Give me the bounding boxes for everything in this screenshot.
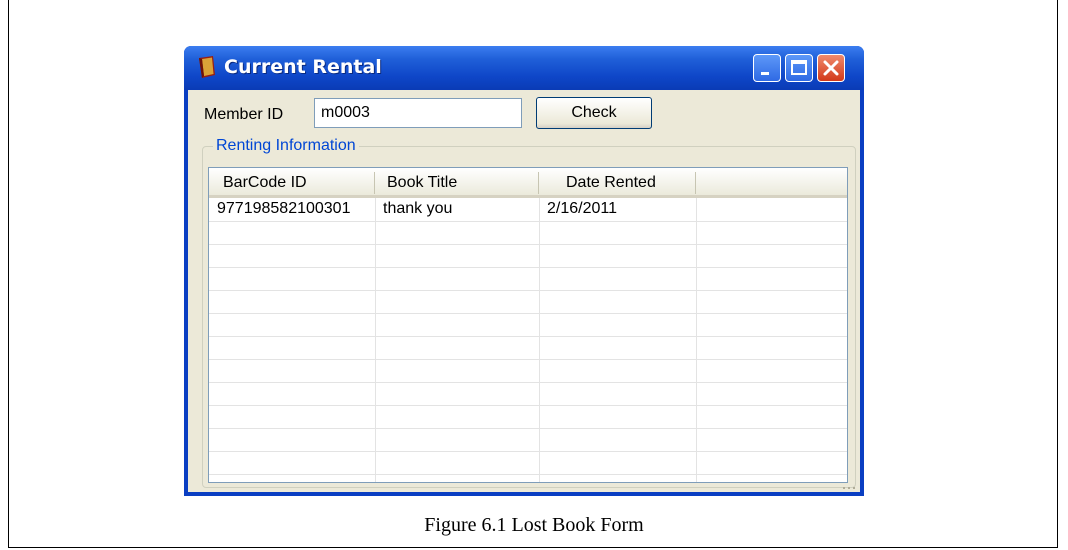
grid-line	[209, 336, 847, 337]
cell-book-title: thank you	[383, 200, 453, 217]
maximize-icon	[791, 60, 807, 75]
column-header-title[interactable]: Book Title	[387, 174, 457, 192]
column-header-barcode[interactable]: BarCode ID	[223, 174, 307, 192]
grid-line	[209, 313, 847, 314]
column-header-date[interactable]: Date Rented	[566, 174, 656, 192]
grid-line	[696, 198, 697, 482]
grid-line	[209, 428, 847, 429]
current-rental-window: Current Rental Member ID Check Renting I…	[184, 46, 864, 496]
check-button[interactable]: Check	[536, 97, 652, 129]
grid-line	[209, 244, 847, 245]
column-divider[interactable]	[538, 172, 539, 194]
group-legend: Renting Information	[213, 137, 359, 155]
grid-line	[209, 221, 847, 222]
close-icon	[823, 60, 839, 76]
column-divider[interactable]	[695, 172, 696, 194]
grid-line	[209, 290, 847, 291]
grid-line	[209, 267, 847, 268]
member-id-label: Member ID	[204, 106, 284, 123]
grid-line	[209, 382, 847, 383]
grid-line	[209, 474, 847, 475]
minimize-button[interactable]	[753, 54, 781, 82]
window-title: Current Rental	[224, 56, 382, 78]
list-header: BarCode ID Book Title Date Rented	[209, 168, 847, 198]
grid-line	[209, 451, 847, 452]
grid-line	[209, 359, 847, 360]
cell-date-rented: 2/16/2011	[547, 200, 617, 217]
cell-barcode: 977198582100301	[217, 200, 351, 217]
figure-caption: Figure 6.1 Lost Book Form	[424, 514, 644, 536]
grid-line	[209, 405, 847, 406]
member-id-input[interactable]	[314, 98, 522, 128]
grid-line	[375, 198, 376, 482]
column-divider[interactable]	[374, 172, 375, 194]
close-button[interactable]	[817, 54, 845, 82]
rental-list[interactable]: BarCode ID Book Title Date Rented 977198…	[208, 167, 848, 483]
grid-line	[539, 198, 540, 482]
resize-grip-icon[interactable]	[842, 484, 856, 490]
minimize-icon	[761, 72, 769, 75]
maximize-button[interactable]	[785, 54, 813, 82]
window-client-area: Member ID Check Renting Information BarC…	[188, 90, 860, 492]
book-icon	[199, 56, 215, 78]
title-bar[interactable]: Current Rental	[184, 46, 864, 90]
